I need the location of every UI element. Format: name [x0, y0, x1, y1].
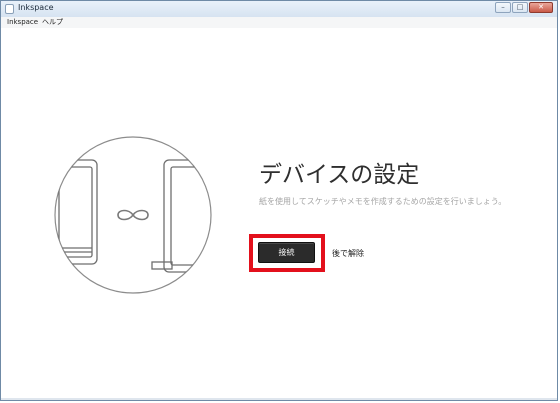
- device-pairing-illustration: [54, 136, 212, 294]
- window-controls: – □ ✕: [494, 2, 553, 15]
- menu-item-inkspace[interactable]: Inkspace: [7, 17, 38, 28]
- setup-description: 紙を使用してスケッチやメモを作成するための設定を行いましょう。: [259, 197, 507, 206]
- menu-bar: Inkspace ヘルプ: [1, 17, 557, 28]
- page-title: デバイスの設定: [259, 162, 420, 188]
- title-bar[interactable]: Inkspace – □ ✕: [1, 1, 557, 18]
- app-icon: [5, 4, 14, 14]
- connect-button[interactable]: 接続: [258, 242, 315, 263]
- window-bottom-edge: [1, 398, 557, 400]
- app-window: Inkspace – □ ✕ Inkspace ヘルプ デバイスの設定 紙を使用…: [0, 0, 558, 401]
- menu-item-help[interactable]: ヘルプ: [42, 17, 63, 28]
- later-link[interactable]: 後で解除: [332, 248, 364, 259]
- minimize-button[interactable]: –: [495, 2, 511, 13]
- window-title: Inkspace: [18, 3, 54, 12]
- close-button[interactable]: ✕: [529, 2, 553, 13]
- maximize-button[interactable]: □: [512, 2, 528, 13]
